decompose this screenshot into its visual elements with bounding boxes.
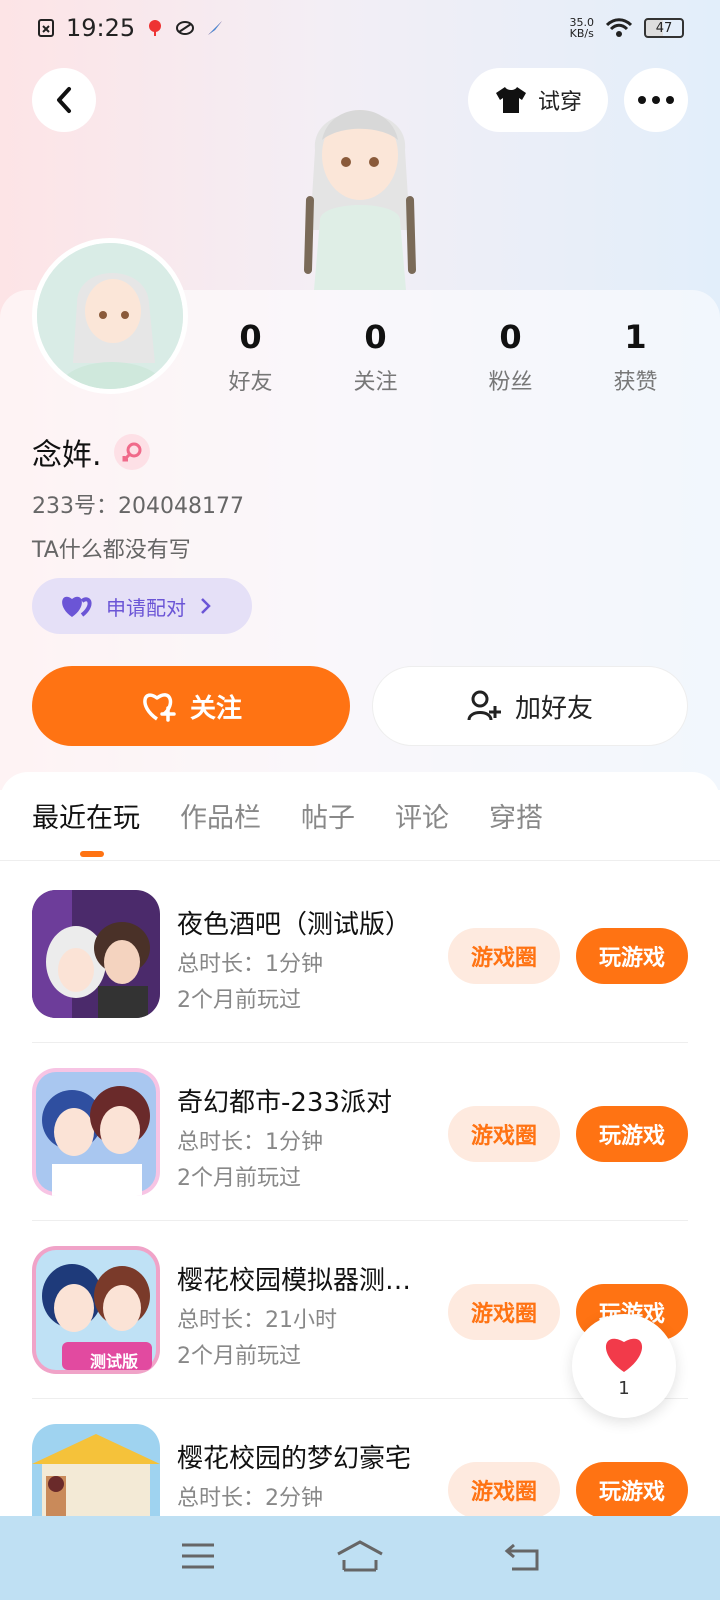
game-last-played: 2个月前玩过 (177, 1344, 301, 1369)
game-icon[interactable] (32, 1068, 160, 1196)
game-icon[interactable]: 测试版 (32, 1246, 160, 1374)
add-user-icon (467, 690, 501, 721)
game-list-item[interactable]: 奇幻都市-233派对 总时长：1分钟 2个月前玩过 游戏圈 玩游戏 (32, 1068, 688, 1244)
request-match-label: 申请配对 (106, 595, 186, 620)
game-duration: 总时长：2分钟 (177, 1486, 323, 1511)
stat-label: 好友 (228, 370, 273, 395)
try-on-button[interactable]: 试穿 (468, 68, 608, 132)
tab-works[interactable]: 作品栏 (180, 796, 261, 835)
game-duration: 总时长：1分钟 (177, 952, 323, 977)
game-title: 夜色酒吧（测试版） (177, 910, 412, 940)
compass-icon (208, 21, 223, 35)
game-icon-badge: 测试版 (90, 1352, 139, 1371)
user-bio: TA什么都没有写 (32, 538, 191, 563)
game-title: 奇幻都市-233派对 (177, 1088, 393, 1118)
tab-outfits[interactable]: 穿搭 (489, 796, 543, 835)
like-count: 1 (618, 1377, 630, 1399)
name-row: 念姩. (32, 430, 150, 474)
back-button[interactable] (32, 68, 96, 132)
game-circle-button[interactable]: 游戏圈 (448, 1284, 560, 1340)
location-icon (149, 20, 162, 36)
home-nav-button[interactable] (336, 1540, 384, 1576)
game-last-played: 2个月前玩过 (177, 988, 301, 1013)
tab-posts[interactable]: 帖子 (301, 796, 355, 835)
sim-off-icon (38, 19, 54, 37)
stat-friends[interactable]: 0 好友 (188, 318, 313, 396)
stat-label: 粉丝 (488, 370, 533, 395)
tab-comments[interactable]: 评论 (395, 796, 449, 835)
game-title: 樱花校园模拟器测… (177, 1266, 412, 1296)
return-icon (504, 1543, 539, 1571)
chevron-left-icon (57, 87, 71, 113)
game-list-item[interactable]: 樱花校园的梦幻豪宅 总时长：2分钟 游戏圈 玩游戏 (32, 1424, 688, 1516)
status-bar: 19:25 35.0 KB/s 47 (0, 0, 720, 56)
heart-plus-icon (143, 693, 176, 722)
follow-label: 关注 (189, 693, 242, 724)
more-button[interactable] (624, 68, 688, 132)
play-game-button[interactable]: 玩游戏 (576, 1462, 688, 1516)
game-last-played: 2个月前玩过 (177, 1166, 301, 1191)
stat-label: 获赞 (613, 370, 658, 395)
stat-likes[interactable]: 1 获赞 (573, 318, 698, 396)
more-dots-icon (638, 96, 674, 104)
tabs-divider (0, 860, 720, 861)
menu-icon (182, 1543, 214, 1569)
female-gender-icon (113, 434, 150, 470)
user-id: 233号：204048177 (32, 494, 244, 519)
stat-count: 0 (239, 318, 262, 356)
try-on-label: 试穿 (537, 90, 582, 115)
row-divider (32, 1042, 688, 1043)
app-notification-icon (176, 21, 195, 35)
system-nav-bar (0, 1516, 720, 1600)
avatar-image (37, 243, 183, 389)
back-nav-button[interactable] (504, 1541, 540, 1575)
profile-tabs: 最近在玩 作品栏 帖子 评论 穿搭 (32, 796, 543, 835)
tshirt-icon (495, 87, 526, 113)
game-circle-button[interactable]: 游戏圈 (448, 1462, 560, 1516)
like-button[interactable]: 1 (572, 1314, 676, 1418)
avatar-figure (304, 110, 416, 290)
game-duration: 总时长：21小时 (177, 1308, 337, 1333)
game-circle-button[interactable]: 游戏圈 (448, 928, 560, 984)
chevron-right-icon (201, 598, 211, 614)
stat-count: 1 (624, 318, 647, 356)
stat-fans[interactable]: 0 粉丝 (448, 318, 573, 396)
status-time: 19:25 (66, 14, 136, 42)
heart-icon (605, 1338, 643, 1372)
game-title: 樱花校园的梦幻豪宅 (177, 1444, 412, 1474)
active-tab-indicator (80, 851, 104, 857)
stat-label: 关注 (353, 370, 398, 395)
follow-button[interactable]: 关注 (32, 666, 350, 746)
game-circle-button[interactable]: 游戏圈 (448, 1106, 560, 1162)
game-icon[interactable] (32, 1424, 160, 1516)
play-game-button[interactable]: 玩游戏 (576, 1106, 688, 1162)
game-duration: 总时长：1分钟 (177, 1130, 323, 1155)
row-divider (32, 1220, 688, 1221)
stat-following[interactable]: 0 关注 (313, 318, 438, 396)
tab-recently-played[interactable]: 最近在玩 (32, 796, 140, 835)
username: 念姩. (32, 438, 102, 473)
stat-count: 0 (499, 318, 522, 356)
game-icon[interactable] (32, 890, 160, 1018)
menu-nav-button[interactable] (180, 1542, 216, 1574)
game-list-item[interactable]: 夜色酒吧（测试版） 总时长：1分钟 2个月前玩过 游戏圈 玩游戏 (32, 890, 688, 1066)
add-friend-label: 加好友 (514, 693, 593, 724)
play-game-button[interactable]: 玩游戏 (576, 928, 688, 984)
battery-indicator: 47 (644, 18, 684, 38)
stat-count: 0 (364, 318, 387, 356)
net-speed-unit: KB/s (569, 27, 594, 40)
net-speed: 35.0 KB/s (570, 17, 595, 39)
add-friend-button[interactable]: 加好友 (372, 666, 688, 746)
heart-pair-icon (62, 596, 92, 617)
avatar[interactable] (32, 238, 188, 394)
home-icon (337, 1540, 383, 1572)
wifi-icon (606, 18, 632, 37)
request-match-button[interactable]: 申请配对 (32, 578, 252, 634)
profile-stats: 0 好友 0 关注 0 粉丝 1 获赞 (200, 318, 700, 396)
